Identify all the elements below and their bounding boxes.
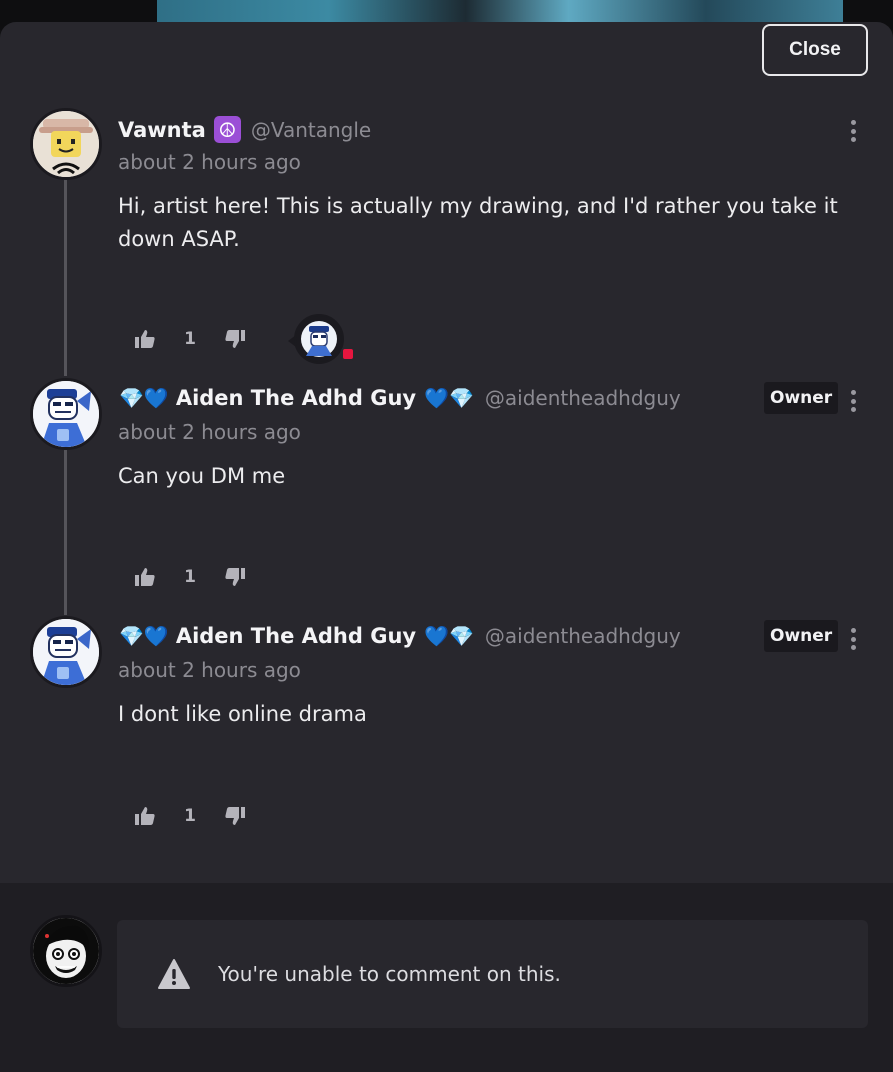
comment-disabled-notice: You're unable to comment on this. xyxy=(117,920,868,1028)
author-name[interactable]: Vawnta xyxy=(118,118,206,142)
avatar[interactable] xyxy=(30,108,102,180)
thread-line xyxy=(64,450,67,615)
comment-composer-footer: You're unable to comment on this. xyxy=(0,883,893,1072)
kebab-menu-icon[interactable] xyxy=(845,116,861,146)
thread-line xyxy=(64,176,67,376)
comment-text: Can you DM me xyxy=(118,464,286,488)
comment-timestamp: about 2 hours ago xyxy=(118,420,301,444)
author-name[interactable]: Aiden The Adhd Guy xyxy=(176,624,416,648)
thumbs-up-icon[interactable] xyxy=(132,564,158,590)
notification-dot xyxy=(341,347,355,361)
comment-text: I dont like online drama xyxy=(118,702,367,726)
kebab-menu-icon[interactable] xyxy=(845,624,861,654)
comment-text: Hi, artist here! This is actually my dra… xyxy=(118,194,838,251)
author-handle[interactable]: @aidentheadhdguy xyxy=(485,386,681,410)
current-user-avatar[interactable] xyxy=(30,915,102,987)
comment-header: Vawnta ☮ @Vantangle xyxy=(118,116,371,143)
author-name[interactable]: Aiden The Adhd Guy xyxy=(176,386,416,410)
comment-header: 💎💙 Aiden The Adhd Guy 💙💎 @aidentheadhdgu… xyxy=(118,624,681,648)
gem-heart-emoji: 💙💎 xyxy=(424,624,474,648)
comment-actions: 1 xyxy=(132,326,248,352)
comment-actions: 1 xyxy=(132,803,248,829)
like-count: 1 xyxy=(184,567,196,587)
gem-heart-emoji: 💎💙 xyxy=(119,386,169,410)
comment-timestamp: about 2 hours ago xyxy=(118,658,301,682)
replies-avatar[interactable] xyxy=(294,314,344,364)
avatar[interactable] xyxy=(30,378,102,450)
owner-badge: Owner xyxy=(764,620,839,652)
author-handle[interactable]: @Vantangle xyxy=(251,118,371,142)
comment-actions: 1 xyxy=(132,564,248,590)
kebab-menu-icon[interactable] xyxy=(845,386,861,416)
author-handle[interactable]: @aidentheadhdguy xyxy=(485,624,681,648)
thumbs-down-icon[interactable] xyxy=(222,564,248,590)
peace-icon: ☮ xyxy=(213,116,241,143)
like-count: 1 xyxy=(184,806,196,826)
like-count: 1 xyxy=(184,329,196,349)
thumbs-up-icon[interactable] xyxy=(132,803,158,829)
gem-heart-emoji: 💙💎 xyxy=(424,386,474,410)
gem-heart-emoji: 💎💙 xyxy=(119,624,169,648)
notice-text: You're unable to comment on this. xyxy=(218,962,561,986)
thumbs-up-icon[interactable] xyxy=(132,326,158,352)
warning-icon xyxy=(158,959,190,989)
avatar[interactable] xyxy=(30,616,102,688)
close-button[interactable]: Close xyxy=(762,24,868,76)
owner-badge: Owner xyxy=(764,382,839,414)
comment-header: 💎💙 Aiden The Adhd Guy 💙💎 @aidentheadhdgu… xyxy=(118,386,681,410)
thumbs-down-icon[interactable] xyxy=(222,326,248,352)
thumbs-down-icon[interactable] xyxy=(222,803,248,829)
comment-timestamp: about 2 hours ago xyxy=(118,150,301,174)
